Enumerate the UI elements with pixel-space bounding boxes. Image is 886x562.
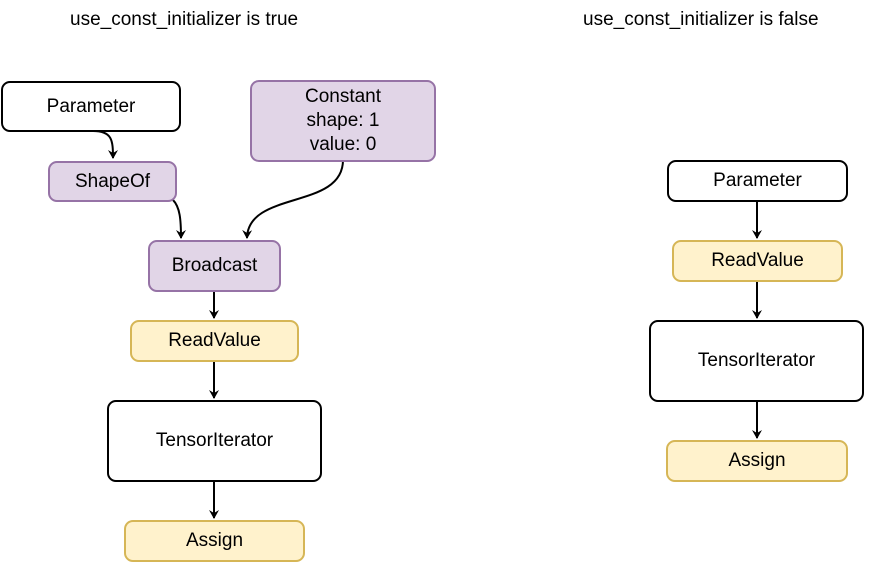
node-label: Parameter: [713, 170, 802, 191]
node-parameter[interactable]: Parameter: [1, 81, 181, 132]
node-label: Broadcast: [171, 255, 258, 276]
node-r-assign[interactable]: Assign: [666, 440, 848, 482]
node-shapeof[interactable]: ShapeOf: [48, 161, 177, 202]
node-label: Assign: [185, 530, 244, 551]
node-constant[interactable]: Constant shape: 1 value: 0: [250, 80, 436, 162]
node-label: Parameter: [46, 95, 136, 117]
node-r-parameter[interactable]: Parameter: [667, 160, 848, 202]
node-readvalue[interactable]: ReadValue: [130, 320, 299, 362]
node-broadcast[interactable]: Broadcast: [148, 240, 281, 292]
title-const-true: use_const_initializer is true: [70, 9, 299, 30]
node-label: TensorIterator: [697, 350, 816, 371]
node-assign[interactable]: Assign: [124, 520, 305, 562]
title-const-false: use_const_initializer is false: [583, 9, 819, 30]
node-label: Constant shape: 1 value: 0: [304, 86, 382, 155]
node-r-tensoriterator[interactable]: TensorIterator: [649, 320, 864, 402]
node-tensoriterator[interactable]: TensorIterator: [107, 400, 322, 482]
edge-constant-to-broadcast: [242, 159, 344, 239]
node-label: ShapeOf: [75, 170, 150, 192]
node-label: Assign: [728, 450, 786, 471]
node-r-readvalue[interactable]: ReadValue: [672, 240, 843, 282]
node-label: ReadValue: [711, 250, 804, 271]
node-label: TensorIterator: [155, 430, 274, 451]
edge-shapeof-to-broadcast: [172, 199, 186, 239]
node-label: ReadValue: [168, 330, 261, 351]
edge-parameter-to-shapeof: [92, 130, 118, 159]
